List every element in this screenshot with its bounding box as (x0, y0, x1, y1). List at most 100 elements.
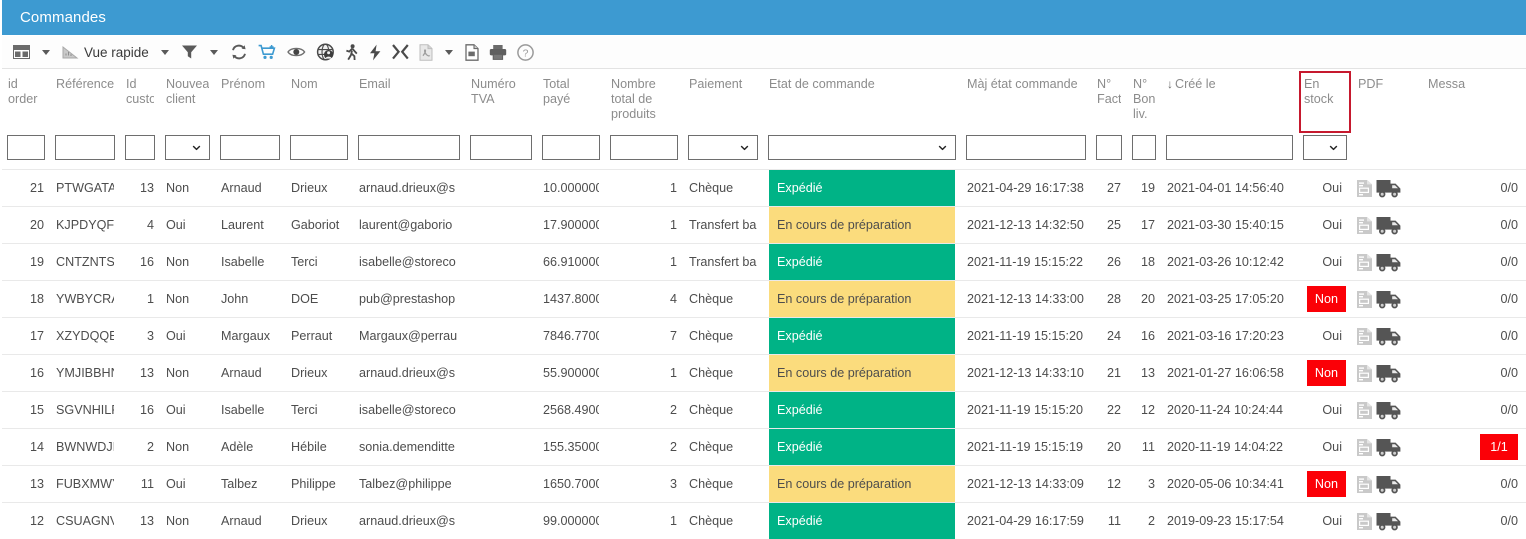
add-to-cart-button[interactable] (253, 37, 282, 67)
invoice-pdf-icon[interactable] (1356, 179, 1373, 198)
window-title-bar: Commandes (2, 0, 1526, 36)
table-row[interactable]: 13FUBXMWY11OuiTalbezPhilippeTalbez@phili… (2, 466, 1526, 503)
filter-state-update[interactable] (966, 135, 1086, 160)
table-row[interactable]: 14BWNWDJI2NonAdèleHébilesonia.demenditte… (2, 429, 1526, 466)
table-row[interactable]: 12CSUAGNV13NonArnaudDrieuxarnaud.drieux@… (2, 503, 1526, 539)
col-header-email[interactable]: Email (353, 69, 465, 135)
invoice-pdf-icon[interactable] (1356, 401, 1373, 420)
table-row[interactable]: 15SGVNHILF16OuiIsabelleTerciisabelle@sto… (2, 392, 1526, 429)
help-button[interactable]: ? (512, 37, 539, 67)
invoice-pdf-icon[interactable] (1356, 512, 1373, 531)
filter-caret-icon[interactable] (210, 50, 218, 55)
col-header-created-at[interactable]: ↓Créé le (1161, 69, 1298, 135)
delivery-truck-icon[interactable] (1376, 290, 1402, 309)
collapse-button[interactable] (387, 37, 414, 67)
cell-pdf[interactable] (1352, 355, 1422, 392)
col-header-reference[interactable]: Référence (50, 69, 120, 135)
filter-firstname[interactable] (220, 135, 280, 160)
col-header-pdf[interactable]: PDF (1352, 69, 1422, 135)
filter-payment[interactable] (688, 135, 758, 160)
col-header-firstname[interactable]: Prénom (215, 69, 285, 135)
delivery-truck-icon[interactable] (1376, 438, 1402, 457)
col-header-vat-number[interactable]: Numéro TVA (465, 69, 537, 135)
cell-pdf[interactable] (1352, 207, 1422, 244)
cell-vat-number (465, 392, 537, 429)
filter-delivery-no[interactable] (1132, 135, 1156, 160)
columns-caret-icon[interactable] (42, 50, 50, 55)
quick-view-caret-icon[interactable] (161, 50, 169, 55)
customer-activity-button[interactable] (340, 37, 364, 67)
table-row[interactable]: 20KJPDYQF4OuiLaurentGaboriotlaurent@gabo… (2, 207, 1526, 244)
table-row[interactable]: 16YMJIBBHN13NonArnaudDrieuxarnaud.drieux… (2, 355, 1526, 392)
col-header-messages[interactable]: Messa (1422, 69, 1526, 135)
col-header-delivery-no[interactable]: N° Bon liv. (1127, 69, 1161, 135)
cell-pdf[interactable] (1352, 429, 1422, 466)
cell-pdf[interactable] (1352, 170, 1422, 207)
document-button[interactable] (460, 37, 484, 67)
table-row[interactable]: 18YWBYCRA1NonJohnDOEpub@prestashop1437.8… (2, 281, 1526, 318)
filter-created-at[interactable] (1166, 135, 1293, 160)
refresh-button[interactable] (225, 37, 253, 67)
filter-id-order[interactable] (7, 135, 45, 160)
filter-email[interactable] (358, 135, 460, 160)
cell-pdf[interactable] (1352, 318, 1422, 355)
export-pdf-caret-icon[interactable] (445, 50, 453, 55)
filter-total-paid[interactable] (542, 135, 600, 160)
filter-in-stock[interactable] (1303, 135, 1347, 160)
delivery-truck-icon[interactable] (1376, 401, 1402, 420)
cell-pdf[interactable] (1352, 244, 1422, 281)
cell-pdf[interactable] (1352, 503, 1422, 539)
filter-button[interactable] (176, 37, 203, 67)
filter-lastname[interactable] (290, 135, 348, 160)
preview-button[interactable] (282, 37, 311, 67)
delivery-truck-icon[interactable] (1376, 327, 1402, 346)
col-header-total-products[interactable]: Nombre total de produits (605, 69, 683, 135)
delivery-truck-icon[interactable] (1376, 364, 1402, 383)
delivery-truck-icon[interactable] (1376, 253, 1402, 272)
document-icon (465, 44, 479, 61)
col-header-lastname[interactable]: Nom (285, 69, 353, 135)
col-header-order-state[interactable]: Etat de commande (763, 69, 961, 135)
delivery-truck-icon[interactable] (1376, 216, 1402, 235)
cell-pdf[interactable] (1352, 392, 1422, 429)
filter-reference[interactable] (55, 135, 115, 160)
invoice-pdf-icon[interactable] (1356, 327, 1373, 346)
quick-view-button[interactable]: Vue rapide (57, 37, 154, 67)
col-header-total-paid[interactable]: Total payé (537, 69, 605, 135)
filter-order-state[interactable] (768, 135, 956, 160)
delivery-truck-icon[interactable] (1376, 475, 1402, 494)
col-header-payment[interactable]: Paiement (683, 69, 763, 135)
filter-total-products[interactable] (610, 135, 678, 160)
invoice-pdf-icon[interactable] (1356, 290, 1373, 309)
export-pdf-button[interactable] (414, 37, 438, 67)
filter-id-customer[interactable] (125, 135, 155, 160)
col-header-new-client[interactable]: Nouveau client (160, 69, 215, 135)
cell-reference: SGVNHILF (50, 392, 120, 429)
print-button[interactable] (484, 37, 512, 67)
invoice-pdf-icon[interactable] (1356, 438, 1373, 457)
invoice-pdf-icon[interactable] (1356, 364, 1373, 383)
filter-new-client[interactable] (165, 135, 210, 160)
cell-pdf[interactable] (1352, 466, 1422, 503)
filter-invoice-no[interactable] (1096, 135, 1122, 160)
table-row[interactable]: 21PTWGATA13NonArnaudDrieuxarnaud.drieux@… (2, 170, 1526, 207)
pdf-export-icon (419, 44, 433, 61)
table-row[interactable]: 17XZYDQQE3OuiMargauxPerrautMargaux@perra… (2, 318, 1526, 355)
invoice-pdf-icon[interactable] (1356, 475, 1373, 494)
col-header-in-stock[interactable]: En stock (1298, 69, 1352, 135)
customer-globe-button[interactable] (311, 37, 340, 67)
filter-vat-number[interactable] (470, 135, 532, 160)
col-header-id-customer[interactable]: Id customer (120, 69, 160, 135)
invoice-pdf-icon[interactable] (1356, 216, 1373, 235)
cell-pdf[interactable] (1352, 281, 1422, 318)
col-header-invoice-no[interactable]: N° Facture (1091, 69, 1127, 135)
table-row[interactable]: 19CNTZNTS16NonIsabelleTerciisabelle@stor… (2, 244, 1526, 281)
col-header-state-update[interactable]: Màj état commande (961, 69, 1091, 135)
delivery-truck-icon[interactable] (1376, 512, 1402, 531)
cell-order-state: Expédié (763, 318, 961, 355)
invoice-pdf-icon[interactable] (1356, 253, 1373, 272)
columns-button[interactable] (8, 37, 35, 67)
quick-action-button[interactable] (364, 37, 387, 67)
delivery-truck-icon[interactable] (1376, 179, 1402, 198)
col-header-id-order[interactable]: id order (2, 69, 50, 135)
